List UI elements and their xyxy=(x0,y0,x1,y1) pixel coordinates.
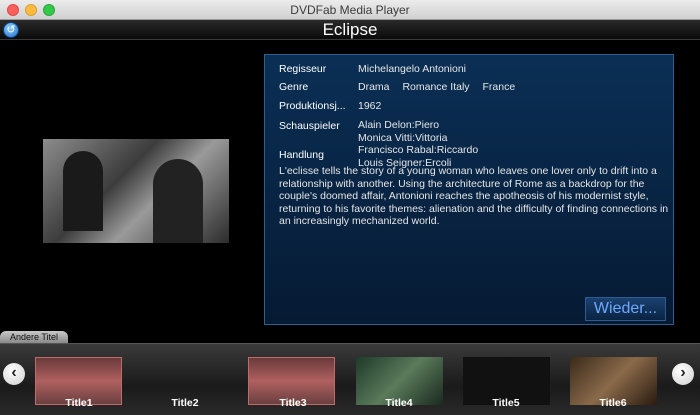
other-titles-tab[interactable]: Andere Titel xyxy=(0,331,68,343)
title-label-1[interactable]: Title1 xyxy=(34,397,124,409)
year-label: Produktionsj... xyxy=(279,100,346,112)
title-label-4[interactable]: Title4 xyxy=(354,397,444,409)
genre-values: Drama Romance Italy France xyxy=(358,81,525,93)
cast-item: Alain Delon:Piero xyxy=(358,119,440,131)
title-label-3[interactable]: Title3 xyxy=(248,397,338,409)
title-label-6[interactable]: Title6 xyxy=(568,397,658,409)
genre-item: Drama xyxy=(358,81,390,93)
title-label-5[interactable]: Title5 xyxy=(461,397,551,409)
genre-item: Romance Italy xyxy=(402,81,470,93)
details-panel: Regisseur Michelangelo Antonioni Genre D… xyxy=(264,54,674,325)
plot-label: Handlung xyxy=(279,149,324,161)
cast-label: Schauspieler xyxy=(279,120,340,132)
cast-list: Alain Delon:Piero Monica Vitti:Vittoria … xyxy=(358,119,478,169)
back-button[interactable]: ↺ xyxy=(3,22,19,38)
scroll-right-button[interactable]: › xyxy=(672,363,694,385)
genre-label: Genre xyxy=(279,81,309,93)
replay-button[interactable]: Wieder... xyxy=(585,297,666,321)
window-title: DVDFab Media Player xyxy=(290,3,410,17)
director-label: Regisseur xyxy=(279,63,327,75)
genre-item: France xyxy=(482,81,516,93)
window-titlebar: DVDFab Media Player xyxy=(0,0,700,20)
director-value: Michelangelo Antonioni xyxy=(358,63,466,75)
header-bar: Eclipse xyxy=(0,20,700,40)
back-arrow-icon: ↺ xyxy=(6,24,16,36)
scroll-left-button[interactable]: ‹ xyxy=(3,363,25,385)
chevron-right-icon: › xyxy=(680,364,686,381)
plot-text: L'eclisse tells the story of a young wom… xyxy=(279,165,669,227)
page-title: Eclipse xyxy=(322,20,378,39)
cast-item: Francisco Rabal:Riccardo xyxy=(358,144,479,156)
cast-item: Monica Vitti:Vittoria xyxy=(358,131,448,144)
year-value: 1962 xyxy=(358,100,382,112)
movie-still-image xyxy=(43,139,229,243)
title-label-2[interactable]: Title2 xyxy=(140,397,230,409)
chevron-left-icon: ‹ xyxy=(11,364,17,381)
